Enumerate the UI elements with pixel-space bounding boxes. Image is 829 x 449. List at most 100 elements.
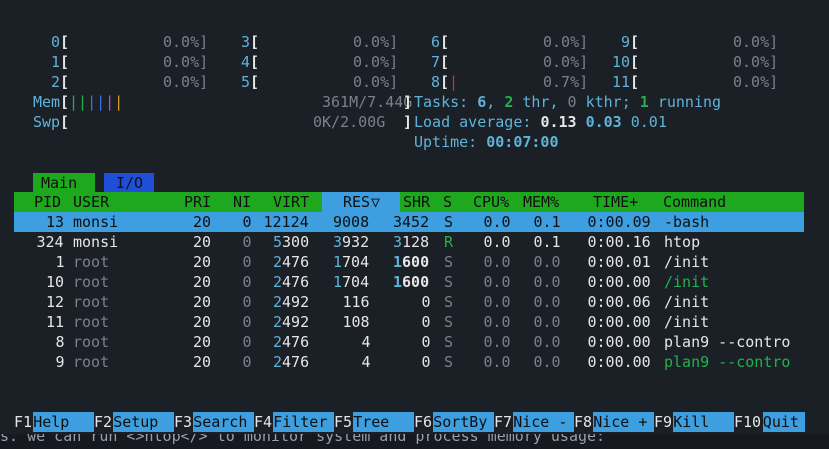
process-row[interactable]: 10 root 20 0 2476 1704 1600 S 0.0 0.0 0:00.00/init: [14, 272, 804, 292]
cell-mem: 0.0: [533, 253, 561, 271]
process-row[interactable]: 11 root 20 0 2492 108 0 S 0.0 0.0 0:00.00/init: [14, 312, 804, 332]
cell-pri: 20: [193, 273, 212, 291]
cpu-0-percent: 0.0%]: [163, 33, 209, 51]
cell-pri: 20: [193, 353, 212, 371]
process-row[interactable]: 324 monsi 20 0 5300 3932 3128 R 0.0 0.1 0:00.16 hto…: [14, 232, 804, 252]
cell-cpu: 0.0: [483, 353, 511, 371]
cell-ni: 0: [242, 313, 252, 331]
cell-mem: 0.0: [533, 273, 561, 291]
column-mem[interactable]: MEM%: [523, 192, 559, 212]
column-command[interactable]: Command: [663, 192, 726, 212]
tab-io[interactable]: I/O: [104, 173, 154, 193]
cell-res: 116: [342, 293, 370, 311]
process-row[interactable]: 9 root 20 0 2476 4 0 S 0.0 0.0 0:00.00 plan9 --cont…: [14, 352, 804, 372]
column-time[interactable]: TIME+: [593, 192, 638, 212]
cell-virt: 2476: [273, 333, 310, 351]
cell-mem: 0.0: [533, 353, 561, 371]
fkey-number: F6: [414, 413, 433, 431]
cpu-2-open-bracket: [: [60, 73, 70, 91]
fkey-label: Quit: [762, 412, 805, 432]
column-shr[interactable]: SHR: [403, 192, 430, 212]
fkey-f7-button[interactable]: F7 Nice -: [494, 412, 574, 432]
cell-time: 0:00.16: [587, 233, 651, 251]
fkey-f6-button[interactable]: F6 SortBy: [414, 412, 494, 432]
fkey-number: F7: [494, 413, 513, 431]
cpu-3-label: 3: [241, 33, 251, 51]
cell-time: 0:00.09: [587, 213, 651, 231]
cell-s: S: [444, 353, 454, 371]
cell-shr: 3128: [393, 233, 430, 251]
column-res[interactable]: RES: [343, 192, 370, 212]
fkey-label: Tree: [353, 412, 414, 432]
cell-virt: 2492: [273, 313, 310, 331]
cell-res: 1704: [333, 253, 370, 271]
cell-pri: 20: [193, 313, 212, 331]
cpu-1-percent: 0.0%]: [163, 53, 209, 71]
cell-virt: 2492: [273, 293, 310, 311]
cpu-7-open-bracket: [: [440, 53, 450, 71]
process-row[interactable]: 12 root 20 0 2492 116 0 S 0.0 0.0 0:00.06/init: [14, 292, 804, 312]
cell-command: htop: [664, 233, 701, 251]
cell-cpu: 0.0: [483, 273, 511, 291]
cpu-3-percent: 0.0%]: [353, 33, 399, 51]
process-row[interactable]: 8 root 20 0 2476 4 0 S 0.0 0.0 0:00.00 plan9 --cont…: [14, 332, 804, 352]
cell-time: 0:00.00: [587, 333, 651, 351]
fkey-label: Filter: [273, 412, 334, 432]
column-user[interactable]: USER: [73, 192, 109, 212]
cell-ni: 0: [242, 213, 252, 231]
cpu-0-label: 0: [51, 33, 61, 51]
cell-s: S: [444, 313, 454, 331]
fkey-f2-button[interactable]: F2 Setup: [94, 412, 174, 432]
cell-user: root: [73, 253, 110, 271]
tab-main[interactable]: Main: [33, 173, 95, 193]
cell-user: monsi: [73, 213, 119, 231]
fkey-label: Nice +: [593, 412, 654, 432]
fkey-f1-button[interactable]: F1 Help: [14, 412, 94, 432]
fkey-f5-button[interactable]: F5 Tree: [334, 412, 414, 432]
fkey-number: F10: [734, 413, 762, 431]
fkey-f9-button[interactable]: F9 Kill: [654, 412, 734, 432]
cell-user: root: [73, 313, 110, 331]
column-virt[interactable]: VIRT: [273, 192, 309, 212]
cell-cpu: 0.0: [483, 253, 511, 271]
column-pid[interactable]: PID: [34, 192, 61, 212]
cpu-9-percent: 0.0%]: [733, 33, 779, 51]
cell-s: R: [444, 233, 454, 251]
fkey-f8-button[interactable]: F8 Nice +: [574, 412, 654, 432]
cell-ni: 0: [242, 253, 252, 271]
cpu-1-label: 1: [51, 53, 61, 71]
mem-open-bracket: [: [60, 93, 70, 111]
cell-virt: 12124: [263, 213, 309, 231]
column-cpu[interactable]: CPU%: [473, 192, 509, 212]
process-row[interactable]: 1 root 20 0 2476 1704 1600 S 0.0 0.0 0:00.01/init: [14, 252, 804, 272]
cell-virt: 2476: [273, 353, 310, 371]
fkey-number: F1: [14, 413, 33, 431]
column-state[interactable]: S: [443, 192, 452, 212]
cell-s: S: [444, 293, 454, 311]
cell-command: /init: [664, 293, 710, 311]
cell-time: 0:00.00: [587, 273, 651, 291]
cell-command: plan9 --contro: [664, 353, 791, 371]
fkey-label: Nice -: [513, 412, 574, 432]
cpu-8-open-bracket: [: [440, 73, 450, 91]
column-pri[interactable]: PRI: [184, 192, 211, 212]
cell-user: root: [73, 273, 110, 291]
cell-res: 9008: [333, 213, 370, 231]
cell-cpu: 0.0: [483, 313, 511, 331]
fkey-f10-button[interactable]: F10 Quit: [734, 412, 805, 432]
fkey-number: F3: [174, 413, 193, 431]
cell-pid: 10: [46, 273, 65, 291]
cell-pri: 20: [193, 293, 212, 311]
cell-shr: 0: [421, 313, 431, 331]
fkey-f3-button[interactable]: F3 Search: [174, 412, 254, 432]
load-average-line: Load average: 0.13 0.03 0.01: [414, 113, 667, 131]
swp-close-bracket: ]: [403, 113, 413, 131]
fkey-f4-button[interactable]: F4 Filter: [254, 412, 334, 432]
cell-res: 108: [342, 313, 370, 331]
cell-shr: 0: [421, 333, 431, 351]
cell-command: /init: [664, 273, 710, 291]
process-row[interactable]: 13 monsi 20 0 12124 9008 3452 S 0.0 0.1 0:00.09 -ba…: [14, 212, 804, 232]
column-ni[interactable]: NI: [233, 192, 251, 212]
cell-mem: 0.0: [533, 333, 561, 351]
cell-time: 0:00.00: [587, 313, 651, 331]
